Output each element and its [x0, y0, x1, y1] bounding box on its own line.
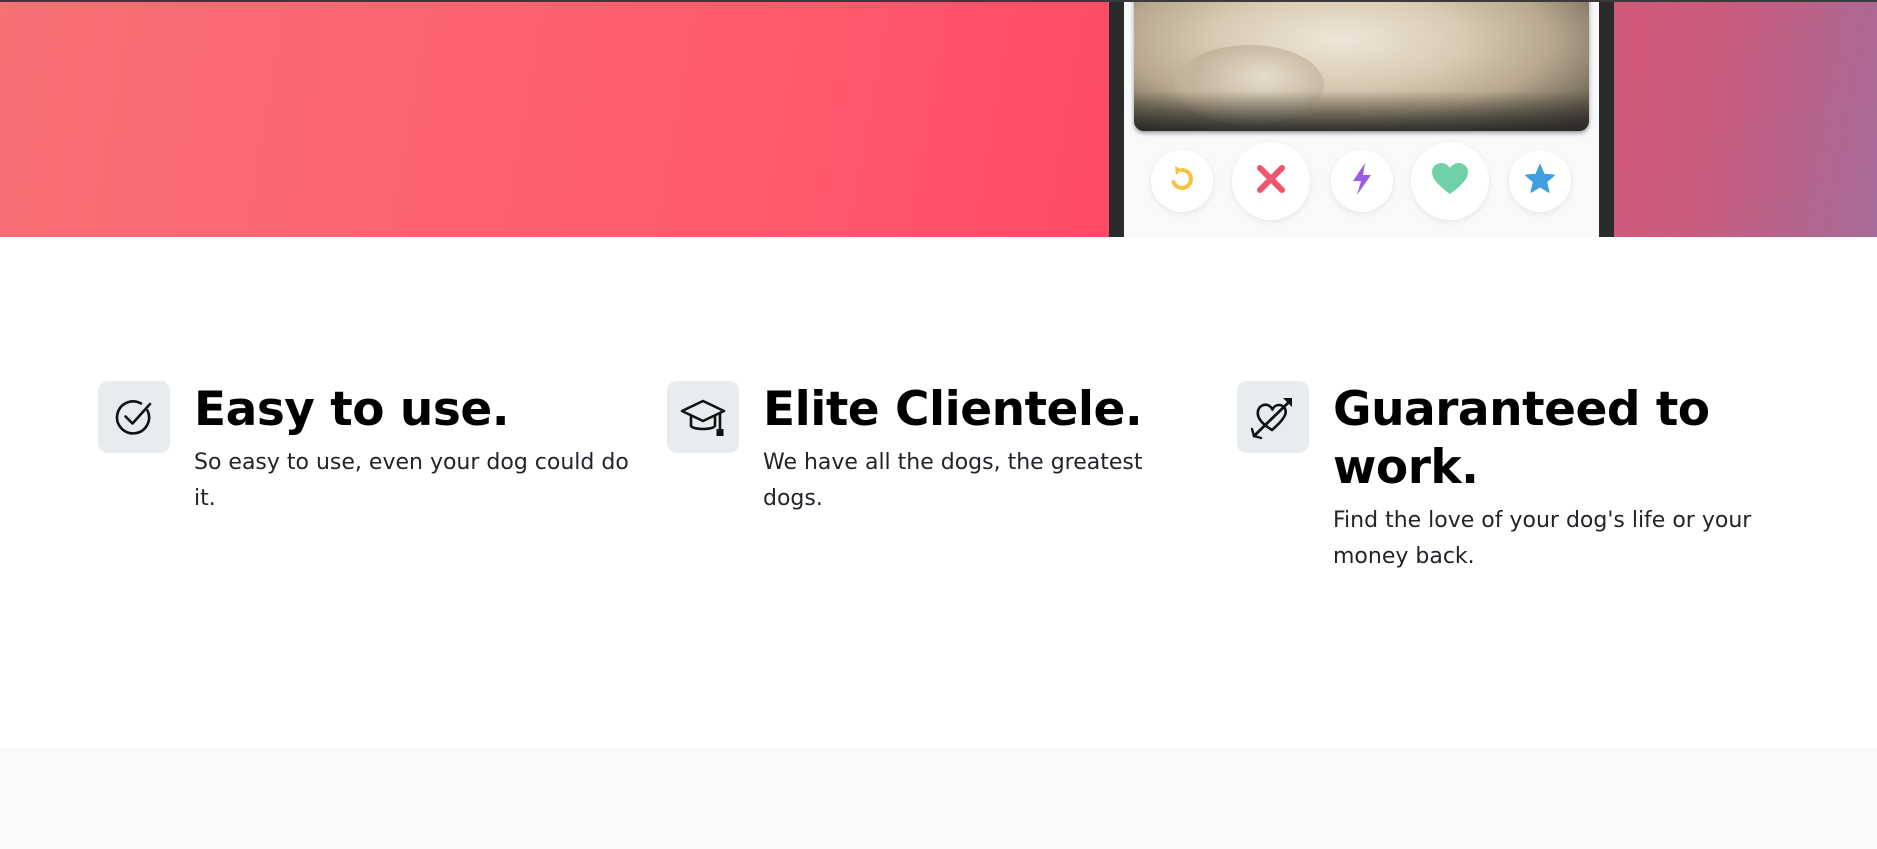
window-top-border	[0, 0, 1877, 2]
feature-text: So easy to use, even your dog could do i…	[194, 450, 629, 511]
feature-title: Easy to use.	[194, 382, 510, 437]
phone-screen	[1124, 0, 1599, 237]
rewind-icon	[1166, 163, 1198, 199]
rewind-button[interactable]	[1151, 150, 1213, 212]
check-circle-icon	[98, 381, 170, 453]
graduation-cap-icon	[667, 381, 739, 453]
close-icon	[1254, 162, 1288, 200]
hero-section	[0, 0, 1877, 237]
footer-band	[0, 748, 1877, 849]
feature-text: Find the love of your dog's life or your…	[1333, 508, 1752, 569]
nope-button[interactable]	[1232, 142, 1310, 220]
feature-text: We have all the dogs, the greatest dogs.	[763, 450, 1143, 511]
heart-arrow-icon	[1237, 381, 1309, 453]
heart-icon	[1431, 162, 1469, 200]
boost-button[interactable]	[1331, 150, 1393, 212]
swipe-actions	[1124, 140, 1599, 220]
super-like-button[interactable]	[1509, 150, 1571, 212]
lightning-icon	[1349, 162, 1375, 200]
phone-mockup	[1109, 0, 1614, 237]
star-icon	[1524, 163, 1556, 199]
photo-shade	[1134, 91, 1589, 131]
dog-photo	[1134, 0, 1589, 131]
features-section: Easy to use. So easy to use, even your d…	[0, 237, 1877, 748]
feature-title: Elite Clientele.	[763, 382, 1143, 437]
like-button[interactable]	[1411, 142, 1489, 220]
feature-title: Guaranteed to work.	[1333, 382, 1710, 495]
